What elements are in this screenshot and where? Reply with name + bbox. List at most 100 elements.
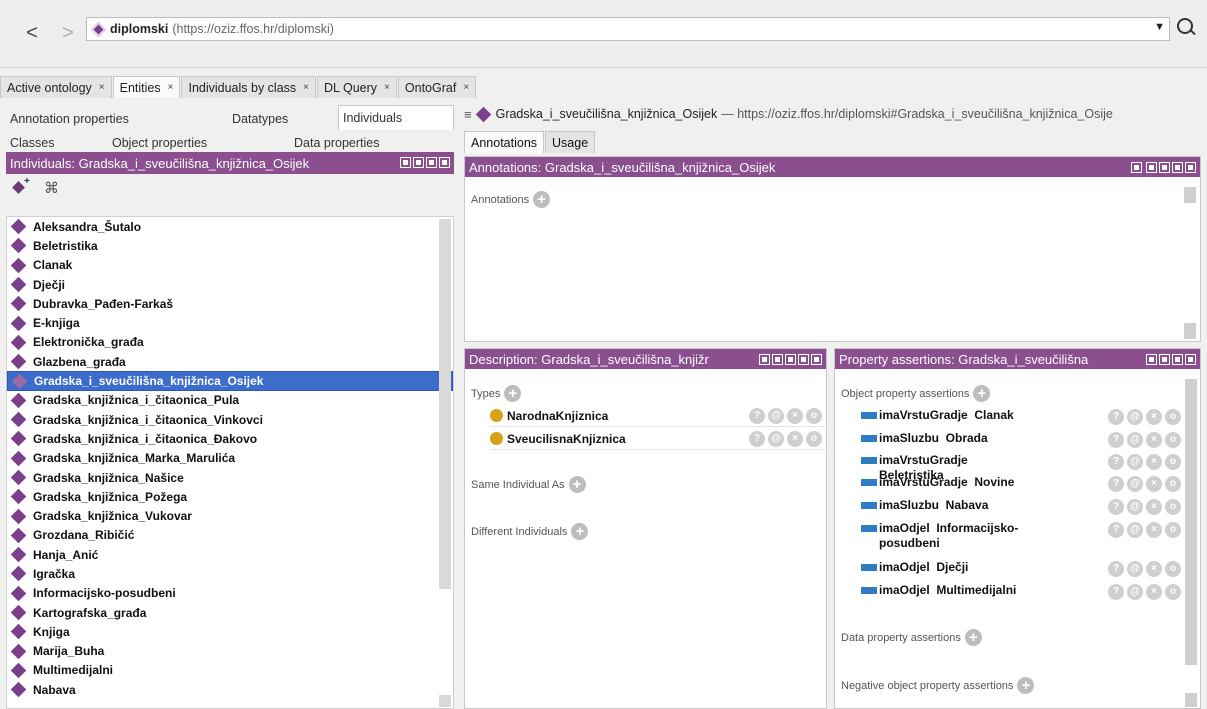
edit-icon[interactable]: o xyxy=(1165,561,1181,577)
maximize-icon[interactable] xyxy=(426,157,437,168)
remove-icon[interactable]: × xyxy=(1146,432,1162,448)
list-item[interactable]: Gradska_knjižnica_i_čitaonica_Pula xyxy=(7,391,453,410)
list-item[interactable]: Elektronička_građa xyxy=(7,333,453,352)
subtab-individuals[interactable]: Individuals xyxy=(338,105,454,130)
list-item[interactable]: Dubravka_Pađen-Farkaš xyxy=(7,294,453,313)
list-item[interactable]: Gradska_knjižnica_Marka_Marulića xyxy=(7,449,453,468)
split-icon[interactable] xyxy=(1159,162,1170,173)
sync-icon[interactable] xyxy=(400,157,411,168)
tab-ontograf[interactable]: OntoGraf × xyxy=(397,76,477,98)
annotate-icon[interactable]: @ xyxy=(768,431,784,447)
annotate-icon[interactable]: @ xyxy=(1127,476,1143,492)
annotate-icon[interactable]: @ xyxy=(768,408,784,424)
list-item[interactable]: Gradska_knjižnica_Požega xyxy=(7,487,453,506)
add-same-individual-button[interactable]: + xyxy=(568,476,586,493)
edit-icon[interactable]: o xyxy=(806,408,822,424)
object-property-row[interactable]: imaOdjel Multimedijalni? @ × o xyxy=(861,583,1181,600)
help-icon[interactable] xyxy=(1131,162,1142,173)
list-item[interactable]: Aleksandra_Šutalo xyxy=(7,217,453,236)
sync-icon[interactable] xyxy=(1146,162,1157,173)
tab-usage[interactable]: Usage xyxy=(545,131,596,153)
explain-icon[interactable]: ? xyxy=(1108,499,1124,515)
list-item[interactable]: Gradska_knjižnica_i_čitaonica_Vinkovci xyxy=(7,410,453,429)
edit-icon[interactable]: o xyxy=(1165,476,1181,492)
delete-individual-icon[interactable]: ⌘ xyxy=(44,179,59,197)
list-item[interactable]: Marija_Buha xyxy=(7,642,453,661)
edit-icon[interactable]: o xyxy=(1165,522,1181,538)
edit-icon[interactable]: o xyxy=(1165,499,1181,515)
close-icon[interactable]: × xyxy=(384,82,390,93)
sync-icon[interactable] xyxy=(772,354,783,365)
edit-icon[interactable]: o xyxy=(806,431,822,447)
edit-icon[interactable]: o xyxy=(1165,454,1181,470)
list-item[interactable]: Grozdana_Ribičić xyxy=(7,526,453,545)
list-scrollbar-end[interactable] xyxy=(439,695,451,707)
edit-icon[interactable]: o xyxy=(1165,432,1181,448)
explain-icon[interactable]: ? xyxy=(749,408,765,424)
split-icon[interactable] xyxy=(413,157,424,168)
subtab-classes[interactable]: Classes xyxy=(6,132,106,154)
close-icon[interactable]: × xyxy=(168,82,174,93)
object-property-row[interactable]: imaOdjel Dječji? @ × o xyxy=(861,560,1181,577)
list-item[interactable]: Kartografska_građa xyxy=(7,603,453,622)
tab-annotations[interactable]: Annotations xyxy=(464,131,545,153)
remove-icon[interactable]: × xyxy=(1146,561,1162,577)
explain-icon[interactable]: ? xyxy=(749,431,765,447)
object-property-row[interactable]: imaSluzbu Obrada? @ × o xyxy=(861,431,1181,448)
forward-icon[interactable]: > xyxy=(58,22,78,45)
object-property-row[interactable]: imaSluzbu Nabava? @ × o xyxy=(861,498,1181,515)
annotations-scrollbar[interactable] xyxy=(1184,187,1196,203)
close-view-icon[interactable] xyxy=(1185,162,1196,173)
remove-icon[interactable]: × xyxy=(1146,584,1162,600)
list-item[interactable]: Dječji xyxy=(7,275,453,294)
close-view-icon[interactable] xyxy=(811,354,822,365)
annotate-icon[interactable]: @ xyxy=(1127,522,1143,538)
annotate-icon[interactable]: @ xyxy=(1127,409,1143,425)
edit-icon[interactable]: o xyxy=(1165,409,1181,425)
sync-icon[interactable] xyxy=(1146,354,1157,365)
list-item[interactable]: Glazbena_građa xyxy=(7,352,453,371)
tab-individuals-by-class[interactable]: Individuals by class × xyxy=(181,76,317,98)
split-icon[interactable] xyxy=(1159,354,1170,365)
close-view-icon[interactable] xyxy=(1185,354,1196,365)
annotations-scrollbar-end[interactable] xyxy=(1184,323,1196,339)
explain-icon[interactable]: ? xyxy=(1108,432,1124,448)
explain-icon[interactable]: ? xyxy=(1108,454,1124,470)
object-property-row[interactable]: imaVrstuGradje Clanak? @ × o xyxy=(861,408,1181,425)
list-item[interactable]: Multimedijalni xyxy=(7,661,453,680)
remove-icon[interactable]: × xyxy=(787,408,803,424)
list-item[interactable]: E-knjiga xyxy=(7,313,453,332)
subtab-object-properties[interactable]: Object properties xyxy=(108,132,248,154)
type-row[interactable]: SveucilisnaKnjiznica ? @ × o xyxy=(490,428,828,450)
edit-icon[interactable]: o xyxy=(1165,584,1181,600)
property-scrollbar[interactable] xyxy=(1185,379,1197,665)
annotate-icon[interactable]: @ xyxy=(1127,561,1143,577)
list-item[interactable]: Clanak xyxy=(7,256,453,275)
explain-icon[interactable]: ? xyxy=(1108,522,1124,538)
back-icon[interactable]: < xyxy=(22,22,42,45)
add-individual-icon[interactable] xyxy=(12,176,30,195)
remove-icon[interactable]: × xyxy=(1146,476,1162,492)
ontology-selector[interactable]: diplomski (https://oziz.ffos.hr/diplomsk… xyxy=(86,17,1170,41)
close-icon[interactable]: × xyxy=(303,82,309,93)
remove-icon[interactable]: × xyxy=(787,431,803,447)
annotate-icon[interactable]: @ xyxy=(1127,499,1143,515)
maximize-icon[interactable] xyxy=(1172,354,1183,365)
close-icon[interactable]: × xyxy=(463,82,469,93)
list-scrollbar[interactable] xyxy=(439,219,451,589)
tab-active-ontology[interactable]: Active ontology × xyxy=(0,76,112,98)
list-item[interactable]: Igračka xyxy=(7,564,453,583)
explain-icon[interactable]: ? xyxy=(1108,476,1124,492)
add-different-individual-button[interactable]: + xyxy=(571,523,589,540)
list-item[interactable]: Knjiga xyxy=(7,622,453,641)
remove-icon[interactable]: × xyxy=(1146,409,1162,425)
list-item[interactable]: Gradska_knjižnica_Našice xyxy=(7,468,453,487)
object-property-row[interactable]: imaOdjel Informacijsko-posudbeni? @ × o xyxy=(861,521,1181,551)
list-item[interactable]: Gradska_knjižnica_i_čitaonica_Đakovo xyxy=(7,429,453,448)
close-view-icon[interactable] xyxy=(439,157,450,168)
maximize-icon[interactable] xyxy=(798,354,809,365)
add-annotation-button[interactable]: + xyxy=(533,191,551,208)
explain-icon[interactable]: ? xyxy=(1108,561,1124,577)
help-icon[interactable] xyxy=(759,354,770,365)
explain-icon[interactable]: ? xyxy=(1108,584,1124,600)
